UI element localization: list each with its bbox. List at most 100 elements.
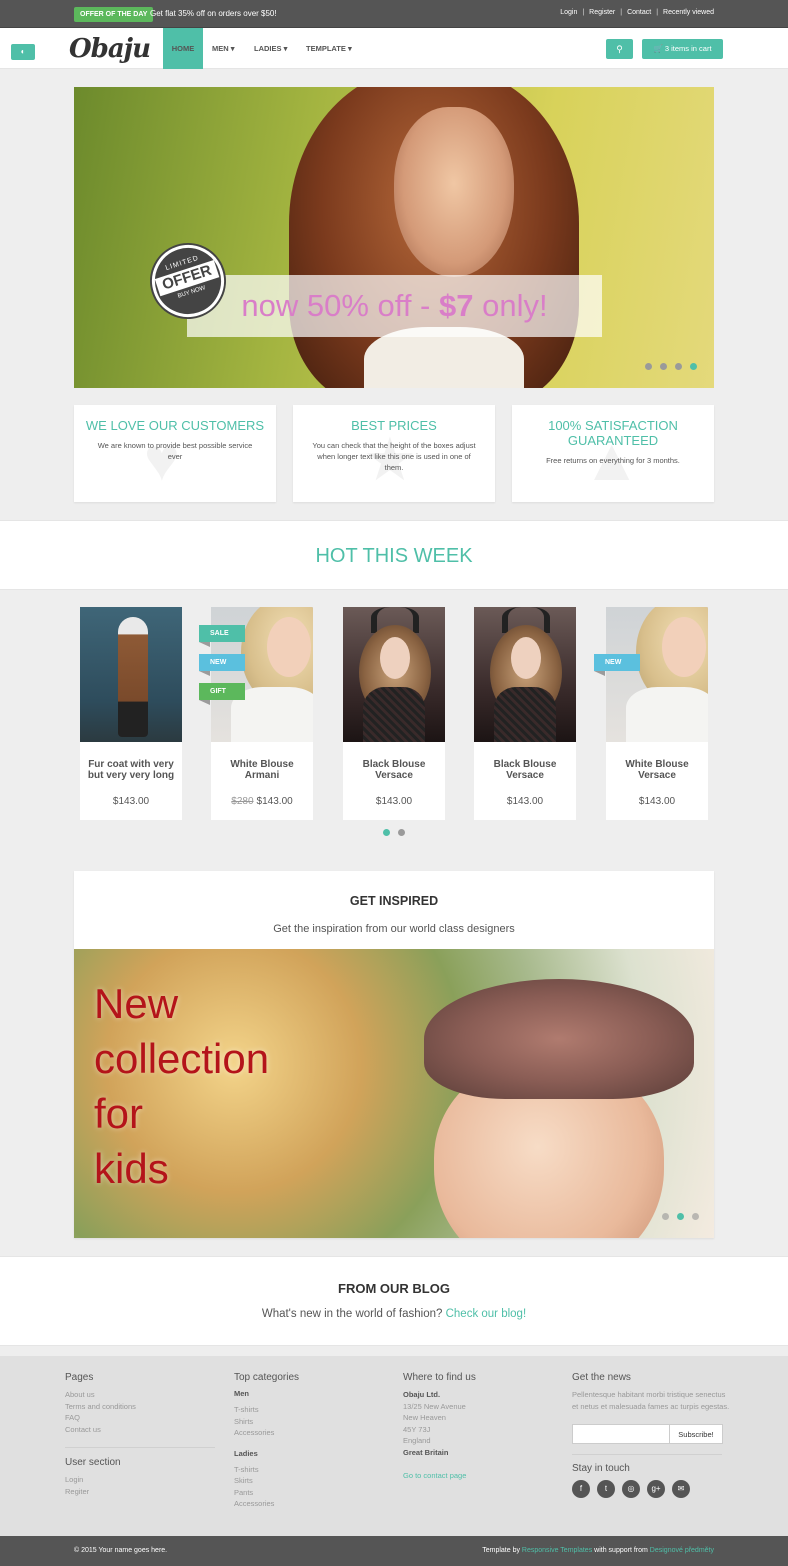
product-figure	[118, 617, 148, 737]
credit-link[interactable]: Designové předměty	[650, 1547, 714, 1554]
top-bar: OFFER OF THE DAY Get flat 35% off on ord…	[0, 0, 788, 28]
search-button[interactable]: ⚲	[606, 39, 633, 59]
product-card[interactable]: SALE NEW GIFT White Blouse Armani $280 $1…	[199, 607, 313, 820]
product-price: $143.00	[112, 796, 150, 807]
bottom-bar: © 2015 Your name goes here. Template by …	[0, 1536, 788, 1566]
feature-text: You can check that the height of the box…	[312, 441, 476, 472]
new-ribbon: NEW	[199, 654, 245, 676]
footer-subheading: Men	[234, 1389, 249, 1398]
product-card[interactable]: Fur coat with very but very very long $1…	[80, 607, 182, 820]
product-figure	[494, 687, 556, 742]
slider-dot[interactable]	[662, 1213, 669, 1220]
product-price: $280 $143.00	[231, 796, 293, 807]
blog-title: FROM OUR BLOG	[338, 1281, 450, 1296]
product-price: $143.00	[375, 796, 413, 807]
product-image[interactable]	[474, 607, 576, 742]
contact-link[interactable]: Contact	[627, 9, 651, 16]
divider	[572, 1454, 722, 1455]
navbar: ◐ Obaju HOME MEN ▾ LADIES ▾ TEMPLATE ▾ ⚲…	[0, 28, 788, 69]
hot-this-week-heading: HOT THIS WEEK	[0, 520, 788, 590]
slider-dot[interactable]	[675, 363, 682, 370]
product-figure	[380, 637, 410, 679]
feature-box-customers: ♥ WE LOVE OUR CUSTOMERS We are known to …	[74, 405, 276, 502]
top-links: Login | Register | Contact | Recently vi…	[560, 9, 714, 16]
footer-link[interactable]: Shirts	[234, 1416, 394, 1428]
product-name[interactable]: Black Blouse Versace	[347, 759, 441, 781]
login-link[interactable]: Login	[560, 9, 577, 16]
register-link[interactable]: Register	[589, 9, 615, 16]
news-text: Pellentesque habitant morbi tristique se…	[572, 1390, 730, 1411]
slider-dot-active[interactable]	[383, 829, 390, 836]
inspired-title: GET INSPIRED	[349, 894, 439, 908]
nav-men[interactable]: MEN ▾	[212, 28, 235, 69]
slider-dot[interactable]	[660, 363, 667, 370]
google-plus-icon[interactable]: g+	[647, 1480, 665, 1498]
instagram-icon[interactable]: ◎	[622, 1480, 640, 1498]
twitter-icon[interactable]: t	[597, 1480, 615, 1498]
blog-section: FROM OUR BLOG What's new in the world of…	[0, 1256, 788, 1346]
slider-dot[interactable]	[398, 829, 405, 836]
style-switcher-toggle[interactable]: ◐	[11, 44, 35, 60]
product-card[interactable]: Black Blouse Versace $143.00	[343, 607, 445, 820]
footer-heading: Top categories	[234, 1372, 300, 1383]
subscribe-button[interactable]: Subscribe!	[670, 1424, 723, 1444]
footer-link[interactable]: Skirts	[234, 1475, 394, 1487]
footer-link[interactable]: Accessories	[234, 1427, 394, 1439]
footer-link[interactable]: Pants	[234, 1487, 394, 1499]
footer-link[interactable]: Contact us	[65, 1424, 225, 1436]
footer-subheading: Ladies	[234, 1448, 258, 1458]
footer-link[interactable]: T-shirts	[234, 1404, 394, 1416]
feature-title: 100% SATISFACTION GUARANTEED	[548, 418, 678, 448]
cart-button[interactable]: 🛒 3 items in cart	[642, 39, 723, 59]
feature-title: WE LOVE OUR CUSTOMERS	[85, 418, 265, 433]
nav-ladies[interactable]: LADIES ▾	[254, 28, 287, 69]
product-name[interactable]: White Blouse Armani	[215, 759, 309, 781]
slider-dot-active[interactable]	[677, 1213, 684, 1220]
offer-badge[interactable]: OFFER OF THE DAY	[74, 7, 154, 22]
nav-template[interactable]: TEMPLATE ▾	[306, 28, 352, 69]
offer-text[interactable]: Get flat 35% off on orders over $50!	[150, 9, 277, 18]
logo[interactable]: Obaju	[69, 34, 151, 64]
address-line: 45Y 73J	[403, 1424, 431, 1434]
product-card[interactable]: Black Blouse Versace $143.00	[474, 607, 576, 820]
product-name[interactable]: White Blouse Versace	[610, 759, 704, 781]
footer-link[interactable]: Login	[65, 1474, 225, 1486]
product-image[interactable]	[80, 607, 182, 742]
newsletter-email-input[interactable]	[572, 1424, 670, 1444]
kids-collection-banner[interactable]: New collection for kids	[74, 949, 714, 1238]
product-figure	[511, 637, 541, 679]
product-name[interactable]: Black Blouse Versace	[478, 759, 572, 781]
footer-link[interactable]: About us	[65, 1389, 225, 1401]
footer-link[interactable]: Terms and conditions	[65, 1401, 225, 1413]
slider-dot[interactable]	[692, 1213, 699, 1220]
footer-link[interactable]: Regiter	[65, 1486, 225, 1498]
facebook-icon[interactable]: f	[572, 1480, 590, 1498]
slider-dot[interactable]	[645, 363, 652, 370]
social-links: f t ◎ g+ ✉	[572, 1480, 732, 1498]
product-price: $143.00	[638, 796, 676, 807]
feature-title: BEST PRICES	[351, 418, 437, 433]
product-name[interactable]: Fur coat with very but very very long	[84, 759, 178, 781]
product-card[interactable]: NEW White Blouse Versace $143.00	[594, 607, 708, 820]
nav-home[interactable]: HOME	[163, 28, 203, 69]
recently-viewed-link[interactable]: Recently viewed	[663, 9, 714, 16]
credit-link[interactable]: Responsive Templates	[522, 1547, 592, 1554]
kids-banner-title: New collection for kids	[94, 980, 270, 1192]
product-figure	[662, 617, 706, 677]
footer-link[interactable]: T-shirts	[234, 1464, 394, 1476]
footer-heading: Get the news	[572, 1372, 631, 1383]
footer-pages: Pages About us Terms and conditions FAQ …	[65, 1372, 225, 1497]
slider-dot-active[interactable]	[690, 363, 697, 370]
footer-link[interactable]: Accessories	[234, 1498, 394, 1510]
hero-slider[interactable]: now 50% off - $7 only! LIMITED OFFER BUY…	[74, 87, 714, 388]
blog-link[interactable]: Check our blog!	[446, 1308, 527, 1320]
product-image[interactable]	[606, 607, 708, 742]
contact-page-link[interactable]: Go to contact page	[403, 1470, 563, 1482]
product-image[interactable]	[343, 607, 445, 742]
separator: |	[582, 9, 585, 16]
email-icon[interactable]: ✉	[672, 1480, 690, 1498]
address-company: Obaju Ltd.	[403, 1390, 441, 1399]
footer-categories: Top categories Men T-shirts Shirts Acces…	[234, 1372, 394, 1510]
get-inspired-section: GET INSPIRED Get the inspiration from ou…	[74, 871, 714, 1238]
footer-link[interactable]: FAQ	[65, 1412, 225, 1424]
